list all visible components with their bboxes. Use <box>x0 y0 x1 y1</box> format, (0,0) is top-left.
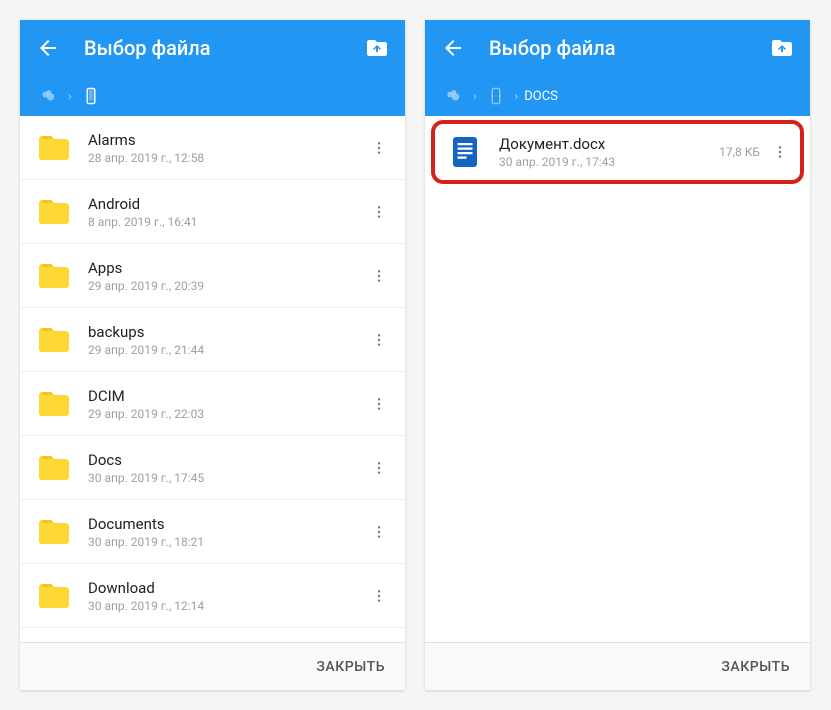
app-title: Выбор файла <box>84 36 365 60</box>
item-text: Alarms 28 апр. 2019 г., 12:58 <box>88 131 369 165</box>
item-text: Docs 30 апр. 2019 г., 17:45 <box>88 451 369 485</box>
item-text: Android 8 апр. 2019 г., 16:41 <box>88 195 369 229</box>
app-title: Выбор файла <box>489 36 770 60</box>
item-name: backups <box>88 323 369 341</box>
item-text: Documents 30 апр. 2019 г., 18:21 <box>88 515 369 549</box>
folder-item[interactable]: Alarms 28 апр. 2019 г., 12:58 <box>20 116 405 180</box>
bottom-bar: ЗАКРЫТЬ <box>425 642 810 690</box>
item-text: Apps 29 апр. 2019 г., 20:39 <box>88 259 369 293</box>
item-name: Android <box>88 195 369 213</box>
cloud-icon[interactable] <box>40 87 58 105</box>
more-options-icon[interactable] <box>369 456 389 480</box>
item-meta: 29 апр. 2019 г., 20:39 <box>88 279 369 293</box>
right-screen: Выбор файла › › DOCS Документ.docx 30 апр… <box>425 20 810 690</box>
back-arrow-icon[interactable] <box>441 36 465 60</box>
document-icon <box>447 134 483 170</box>
more-options-icon[interactable] <box>369 584 389 608</box>
folder-item[interactable]: Documents 30 апр. 2019 г., 18:21 <box>20 500 405 564</box>
item-meta: 28 апр. 2019 г., 12:58 <box>88 151 369 165</box>
item-meta: 30 апр. 2019 г., 18:21 <box>88 535 369 549</box>
folder-icon <box>36 130 72 166</box>
breadcrumb[interactable]: › <box>20 76 405 116</box>
new-folder-icon[interactable] <box>365 36 389 60</box>
folder-icon <box>36 514 72 550</box>
folder-item[interactable]: backups 29 апр. 2019 г., 21:44 <box>20 308 405 372</box>
file-list[interactable]: Alarms 28 апр. 2019 г., 12:58 Android 8 апр… <box>20 116 405 642</box>
left-screen: Выбор файла › Alarms 28 апр. 2019 г., 12:… <box>20 20 405 690</box>
phone-icon[interactable] <box>82 87 100 105</box>
folder-icon <box>36 194 72 230</box>
item-name: Download <box>88 579 369 597</box>
file-list[interactable]: Документ.docx 30 апр. 2019 г., 17:4317,8 … <box>425 116 810 642</box>
breadcrumb[interactable]: › › DOCS <box>425 76 810 116</box>
item-name: Документ.docx <box>499 135 719 153</box>
item-text: Документ.docx 30 апр. 2019 г., 17:43 <box>499 135 719 169</box>
more-options-icon[interactable] <box>369 264 389 288</box>
item-size: 17,8 КБ <box>719 145 760 159</box>
folder-icon <box>36 322 72 358</box>
more-options-icon[interactable] <box>770 140 790 164</box>
item-name: DCIM <box>88 387 369 405</box>
item-text: backups 29 апр. 2019 г., 21:44 <box>88 323 369 357</box>
item-name: Docs <box>88 451 369 469</box>
folder-item[interactable]: DCIM 29 апр. 2019 г., 22:03 <box>20 372 405 436</box>
more-options-icon[interactable] <box>369 520 389 544</box>
item-name: Alarms <box>88 131 369 149</box>
more-options-icon[interactable] <box>369 136 389 160</box>
folder-icon <box>36 450 72 486</box>
phone-icon[interactable] <box>487 87 505 105</box>
item-meta: 30 апр. 2019 г., 17:43 <box>499 155 719 169</box>
item-meta: 29 апр. 2019 г., 22:03 <box>88 407 369 421</box>
item-meta: 30 апр. 2019 г., 17:45 <box>88 471 369 485</box>
back-arrow-icon[interactable] <box>36 36 60 60</box>
folder-icon <box>36 578 72 614</box>
item-meta: 30 апр. 2019 г., 12:14 <box>88 599 369 613</box>
folder-item[interactable]: Docs 30 апр. 2019 г., 17:45 <box>20 436 405 500</box>
item-text: Download 30 апр. 2019 г., 12:14 <box>88 579 369 613</box>
folder-item[interactable]: Android 8 апр. 2019 г., 16:41 <box>20 180 405 244</box>
more-options-icon[interactable] <box>369 328 389 352</box>
chevron-right-icon: › <box>68 89 72 103</box>
item-text: DCIM 29 апр. 2019 г., 22:03 <box>88 387 369 421</box>
file-item[interactable]: Документ.docx 30 апр. 2019 г., 17:4317,8 … <box>431 120 804 184</box>
item-name: Documents <box>88 515 369 533</box>
chevron-right-icon: › <box>473 89 477 103</box>
new-folder-icon[interactable] <box>770 36 794 60</box>
folder-icon <box>36 258 72 294</box>
more-options-icon[interactable] <box>369 200 389 224</box>
close-button[interactable]: ЗАКРЫТЬ <box>721 659 790 675</box>
item-meta: 8 апр. 2019 г., 16:41 <box>88 215 369 229</box>
more-options-icon[interactable] <box>369 392 389 416</box>
cloud-icon[interactable] <box>445 87 463 105</box>
item-meta: 29 апр. 2019 г., 21:44 <box>88 343 369 357</box>
item-name: Apps <box>88 259 369 277</box>
breadcrumb-segment[interactable]: DOCS <box>524 89 558 104</box>
chevron-right-icon: › <box>515 89 519 103</box>
folder-item[interactable]: Download 30 апр. 2019 г., 12:14 <box>20 564 405 628</box>
app-bar: Выбор файла <box>20 20 405 76</box>
folder-item[interactable]: EditedOnlinePhotos29 апр. 2019 г., 21:30 <box>20 628 405 642</box>
folder-icon <box>36 386 72 422</box>
folder-item[interactable]: Apps 29 апр. 2019 г., 20:39 <box>20 244 405 308</box>
app-bar: Выбор файла <box>425 20 810 76</box>
bottom-bar: ЗАКРЫТЬ <box>20 642 405 690</box>
close-button[interactable]: ЗАКРЫТЬ <box>316 659 385 675</box>
